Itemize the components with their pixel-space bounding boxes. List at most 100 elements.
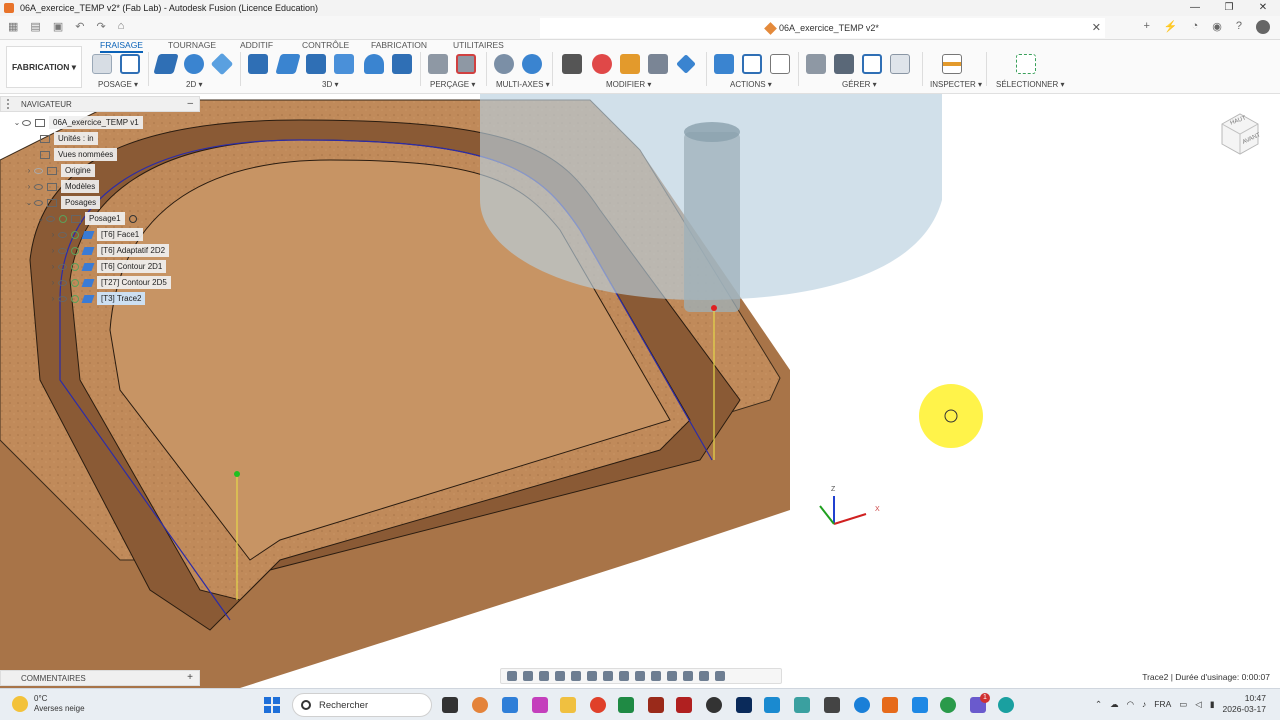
- excel-icon[interactable]: [618, 697, 634, 713]
- group-multi-axes[interactable]: MULTI-AXES ▾: [496, 80, 550, 89]
- wifi-icon[interactable]: ◠: [1127, 699, 1134, 710]
- minimize-button[interactable]: —: [1178, 0, 1212, 16]
- chevron-right-icon[interactable]: ›: [48, 246, 58, 255]
- tab-fabrication[interactable]: FABRICATION: [371, 40, 427, 50]
- help-icon[interactable]: ?: [1236, 20, 1242, 34]
- extensions-icon[interactable]: ⚡: [1164, 20, 1178, 34]
- measure-icon[interactable]: [942, 54, 962, 74]
- document-tab[interactable]: 06A_exercice_TEMP v2* ✕: [540, 18, 1105, 38]
- tool-library-icon[interactable]: [648, 54, 668, 74]
- group-posage[interactable]: POSAGE ▾: [98, 80, 138, 89]
- battery-icon[interactable]: ▮: [1210, 699, 1215, 710]
- multi-axis-contour-icon[interactable]: [522, 54, 542, 74]
- redo-icon[interactable]: ↷: [96, 20, 105, 33]
- calculator-icon[interactable]: [502, 697, 518, 713]
- scallop-icon[interactable]: [364, 54, 384, 74]
- group-actions[interactable]: ACTIONS ▾: [730, 80, 772, 89]
- group-gerer[interactable]: GÉRER ▾: [842, 80, 877, 89]
- chrome-icon[interactable]: [940, 697, 956, 713]
- notifications-icon[interactable]: ◉: [1212, 20, 1222, 34]
- operation-row-selected[interactable]: › [T3] Trace2: [48, 292, 146, 305]
- pocket-3d-icon[interactable]: [275, 54, 301, 74]
- visibility-eye-icon[interactable]: [58, 279, 67, 286]
- chevron-down-icon[interactable]: ⌄: [24, 198, 34, 207]
- chevron-down-icon[interactable]: ⌄: [36, 214, 46, 223]
- app-icon[interactable]: [472, 697, 488, 713]
- tree-root[interactable]: ⌄ 06A_exercice_TEMP v1: [12, 116, 143, 129]
- tab-controle[interactable]: CONTRÔLE: [302, 40, 349, 50]
- steep-shallow-icon[interactable]: [306, 54, 326, 74]
- tree-setups[interactable]: ⌄ Posages: [24, 196, 101, 209]
- microphone-icon[interactable]: ♪: [1142, 699, 1146, 709]
- chevron-right-icon[interactable]: ›: [48, 294, 58, 303]
- onedrive-icon[interactable]: ☁: [1110, 699, 1119, 710]
- photoshop-icon[interactable]: [736, 697, 752, 713]
- group-modifier[interactable]: MODIFIER ▾: [606, 80, 651, 89]
- chevron-right-icon[interactable]: ›: [48, 262, 58, 271]
- close-button[interactable]: ✕: [1246, 0, 1280, 16]
- teams-icon[interactable]: 1: [970, 693, 990, 713]
- new-setup-icon[interactable]: [92, 54, 112, 74]
- delete-toolpath-icon[interactable]: [592, 54, 612, 74]
- hole-recognition-icon[interactable]: [456, 54, 476, 74]
- post-library-icon[interactable]: [862, 54, 882, 74]
- group-2d[interactable]: 2D ▾: [186, 80, 202, 89]
- visibility-eye-icon[interactable]: [58, 247, 67, 254]
- pdf-icon[interactable]: [676, 697, 692, 713]
- inkscape-icon[interactable]: [706, 697, 722, 713]
- home-icon[interactable]: ⌂: [118, 20, 125, 33]
- zoom-icon[interactable]: [555, 671, 565, 681]
- adaptive-3d-icon[interactable]: [248, 54, 268, 74]
- close-tab-icon[interactable]: ✕: [1092, 21, 1101, 34]
- parallel-icon[interactable]: [334, 54, 354, 74]
- toolpath-edit-icon[interactable]: [620, 54, 640, 74]
- machine-library-icon[interactable]: [834, 54, 854, 74]
- visibility-eye-icon[interactable]: [46, 215, 55, 222]
- comments-panel[interactable]: COMMENTAIRES +: [0, 670, 200, 686]
- scissors-icon[interactable]: [562, 54, 582, 74]
- group-selectionner[interactable]: SÉLECTIONNER ▾: [996, 80, 1064, 89]
- network-icon[interactable]: ▭: [1179, 699, 1187, 710]
- stock-icon[interactable]: [635, 671, 645, 681]
- undo-icon[interactable]: ↶: [75, 20, 84, 33]
- maximize-button[interactable]: ❐: [1212, 0, 1246, 16]
- chevron-right-icon[interactable]: ›: [24, 166, 34, 175]
- tool-library-manage-icon[interactable]: [806, 54, 826, 74]
- look-at-icon[interactable]: [523, 671, 533, 681]
- orbit-icon[interactable]: [507, 671, 517, 681]
- filter-icon[interactable]: [699, 671, 709, 681]
- display-settings-icon[interactable]: [587, 671, 597, 681]
- drill-icon[interactable]: [428, 54, 448, 74]
- visibility-eye-icon[interactable]: [58, 231, 67, 238]
- job-status-icon[interactable]: ◔: [1192, 20, 1199, 34]
- chevron-right-icon[interactable]: ›: [48, 230, 58, 239]
- app-icon[interactable]: [998, 697, 1014, 713]
- operation-row[interactable]: › [T27] Contour 2D5: [48, 276, 171, 289]
- taskbar-search[interactable]: Rechercher: [292, 693, 432, 717]
- tab-fraisage[interactable]: FRAISAGE: [100, 40, 143, 53]
- file-explorer-icon[interactable]: [560, 697, 576, 713]
- file-menu-icon[interactable]: ▤: [30, 20, 40, 33]
- tab-additif[interactable]: ADDITIF: [240, 40, 273, 50]
- snipping-icon[interactable]: [532, 697, 548, 713]
- render-icon[interactable]: [667, 671, 677, 681]
- viewports-icon[interactable]: [619, 671, 629, 681]
- activate-radio-icon[interactable]: [128, 214, 137, 223]
- illustrator-icon[interactable]: [648, 697, 664, 713]
- view-cube[interactable]: HAUT AVANT: [1216, 110, 1262, 156]
- tree-units[interactable]: Unités : in: [40, 132, 98, 145]
- weather-widget[interactable]: 0°C Averses neige: [12, 694, 85, 714]
- grid-menu-icon[interactable]: ▦: [8, 20, 18, 33]
- avatar[interactable]: [1256, 20, 1270, 34]
- setup-sheet-doc-icon[interactable]: [770, 54, 790, 74]
- edge-icon[interactable]: [854, 697, 870, 713]
- move-icon[interactable]: [676, 54, 696, 74]
- chevron-up-icon[interactable]: ⌃: [1095, 699, 1102, 710]
- visual-style-icon[interactable]: [683, 671, 693, 681]
- select-icon[interactable]: [1016, 54, 1036, 74]
- face-icon[interactable]: [153, 54, 179, 74]
- tool-display-icon[interactable]: [715, 671, 725, 681]
- app-icon[interactable]: [794, 697, 810, 713]
- task-view-icon[interactable]: [442, 697, 458, 713]
- contour-3d-icon[interactable]: [392, 54, 412, 74]
